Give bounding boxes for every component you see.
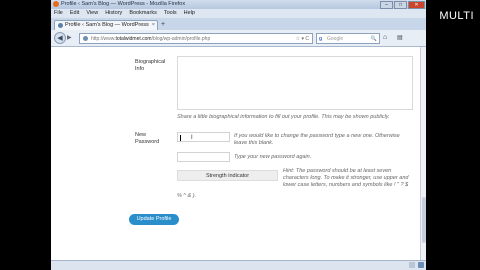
pw-desc-line1: If you would like to change the password…	[234, 133, 400, 139]
back-button[interactable]: ◀	[54, 32, 66, 44]
url-bar[interactable]: http://www.totalwidmet.com/blog/wp-admin…	[79, 33, 313, 44]
url-actions[interactable]: ☆ ▾ C	[296, 34, 309, 44]
resize-grip-icon[interactable]	[409, 262, 415, 268]
menu-history[interactable]: History	[105, 9, 122, 18]
pw-label-line2: Password	[135, 139, 160, 145]
window-controls: – □ ✕	[380, 1, 425, 9]
update-profile-button[interactable]: Update Profile	[129, 214, 179, 225]
bio-label-line2: Info	[135, 66, 145, 72]
menu-tools[interactable]: Tools	[164, 9, 177, 18]
wordpress-favicon-icon	[58, 23, 63, 28]
hint-line3: lower case letters, numbers and symbols …	[283, 182, 409, 188]
search-box[interactable]: g Google 🔍	[316, 33, 380, 44]
hint-line2: characters long. To make it stronger, us…	[283, 175, 409, 181]
search-placeholder: Google	[327, 36, 344, 42]
search-icon[interactable]: 🔍	[371, 34, 377, 44]
bio-textarea[interactable]	[177, 56, 413, 110]
hint-line1: Hint: The password should be at least se…	[283, 168, 392, 174]
multi-overlay-label: MULTI	[439, 10, 474, 22]
menu-edit[interactable]: Edit	[70, 9, 79, 18]
url-path: /blog/wp-admin/profile.php	[151, 36, 211, 42]
browser-window: Profile ‹ Sam's Blog — WordPress - Mozil…	[51, 0, 426, 270]
i-beam-cursor-icon: I	[191, 135, 193, 141]
site-identity-icon[interactable]	[83, 36, 88, 41]
new-tab-button[interactable]: +	[161, 21, 165, 29]
bio-description: Share a little biographical information …	[177, 114, 390, 120]
navigation-bar: ◀ ▶ http://www.totalwidmet.com/blog/wp-a…	[51, 30, 426, 47]
addon-icon[interactable]	[418, 262, 424, 268]
tab-close-icon[interactable]: ×	[152, 21, 155, 30]
page-content: Biographical Info Share a little biograp…	[51, 47, 426, 260]
home-icon[interactable]: ⌂	[383, 33, 387, 43]
menu-view[interactable]: View	[86, 9, 98, 18]
forward-button[interactable]: ▶	[67, 34, 72, 42]
scrollbar-thumb[interactable]	[421, 197, 426, 243]
bookmarks-icon[interactable]: ▤	[397, 33, 403, 43]
menu-file[interactable]: File	[54, 9, 63, 18]
tab-bar: Profile ‹ Sam's Blog — WordPress × +	[51, 18, 426, 30]
confirm-password-input[interactable]	[177, 152, 230, 162]
hint-line4: % ^ & ).	[177, 193, 197, 199]
pw-desc-line2: leave this blank.	[234, 140, 274, 146]
title-bar: Profile ‹ Sam's Blog — WordPress - Mozil…	[51, 0, 426, 9]
bio-label-line1: Biographical	[135, 59, 166, 65]
text-caret	[180, 135, 181, 141]
google-icon[interactable]: g	[319, 34, 322, 44]
window-title: Profile ‹ Sam's Blog — WordPress - Mozil…	[61, 1, 186, 7]
pw-label-line1: New	[135, 132, 147, 138]
tab-label: Profile ‹ Sam's Blog — WordPress	[65, 22, 149, 28]
new-password-input[interactable]: I	[177, 132, 230, 142]
vertical-scrollbar[interactable]	[420, 47, 426, 260]
strength-indicator: Strength indicator	[177, 170, 278, 181]
menu-bookmarks[interactable]: Bookmarks	[129, 9, 157, 18]
confirm-password-description: Type your new password again.	[234, 154, 312, 160]
url-domain: totalwidmet.com	[115, 36, 152, 42]
password-hint: Hint: The password should be at least se…	[283, 168, 415, 189]
new-password-description: If you would like to change the password…	[234, 133, 400, 147]
menu-help[interactable]: Help	[184, 9, 195, 18]
menu-bar: File Edit View History Bookmarks Tools H…	[51, 9, 426, 18]
firefox-icon	[53, 1, 59, 7]
new-password-label: New Password	[135, 132, 159, 146]
status-bar	[51, 260, 426, 270]
url-prefix: http://www.	[91, 36, 116, 42]
url-text: http://www.totalwidmet.com/blog/wp-admin…	[91, 34, 210, 44]
maximize-button[interactable]: □	[394, 1, 407, 9]
close-button[interactable]: ✕	[408, 1, 425, 9]
minimize-button[interactable]: –	[380, 1, 393, 9]
bio-label: Biographical Info	[135, 59, 165, 73]
tab-profile[interactable]: Profile ‹ Sam's Blog — WordPress ×	[54, 20, 158, 30]
